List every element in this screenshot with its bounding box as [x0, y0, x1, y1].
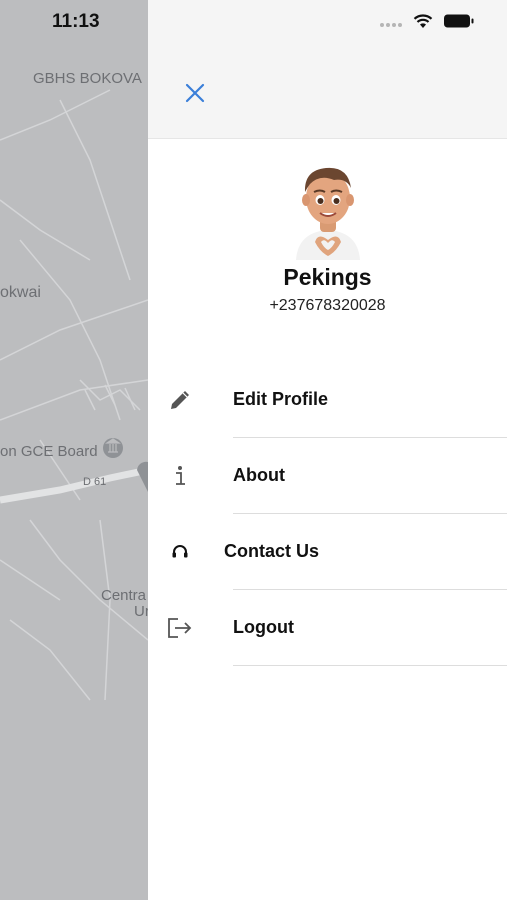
status-icons	[379, 13, 475, 34]
menu-item-label: About	[233, 465, 285, 485]
signal-dots-icon	[379, 15, 403, 33]
avatar[interactable]	[290, 160, 366, 260]
pencil-icon	[166, 386, 194, 414]
divider	[233, 665, 507, 666]
menu-item-label: Edit Profile	[233, 389, 329, 409]
drawer-header	[148, 0, 507, 139]
map-label: D 61	[83, 476, 107, 488]
close-icon[interactable]	[185, 83, 205, 108]
map-label: okwai	[0, 284, 41, 301]
profile-section: Pekings +237678320028	[148, 160, 507, 315]
close-button[interactable]	[180, 80, 210, 110]
status-time: 11:13	[52, 11, 100, 32]
profile-phone: +237678320028	[269, 297, 386, 314]
logout-icon	[166, 614, 194, 642]
menu-item-about[interactable]: About	[148, 438, 507, 514]
wifi-icon	[413, 13, 433, 34]
drawer-menu: Edit Profile About Contact Us Logout	[148, 362, 507, 666]
map-label: GBHS BOKOVA	[33, 70, 142, 87]
map-label: on GCE Board	[0, 443, 98, 460]
profile-name: Pekings	[283, 264, 372, 290]
menu-item-label: Logout	[233, 617, 294, 637]
map-label: Centra	[101, 587, 147, 604]
menu-item-edit-profile[interactable]: Edit Profile	[148, 362, 507, 438]
map-background[interactable]: 11:13 GBHS BOKOVA okwai on GCE Board D 6…	[0, 0, 148, 900]
map-label: Ur	[134, 603, 148, 620]
side-drawer: Pekings +237678320028 Edit Profile About	[148, 0, 507, 900]
headset-icon	[166, 538, 194, 566]
menu-item-contact-us[interactable]: Contact Us	[148, 514, 507, 590]
battery-icon	[443, 13, 475, 34]
info-icon	[166, 462, 194, 490]
menu-item-logout[interactable]: Logout	[148, 590, 507, 666]
menu-item-label: Contact Us	[224, 541, 320, 561]
